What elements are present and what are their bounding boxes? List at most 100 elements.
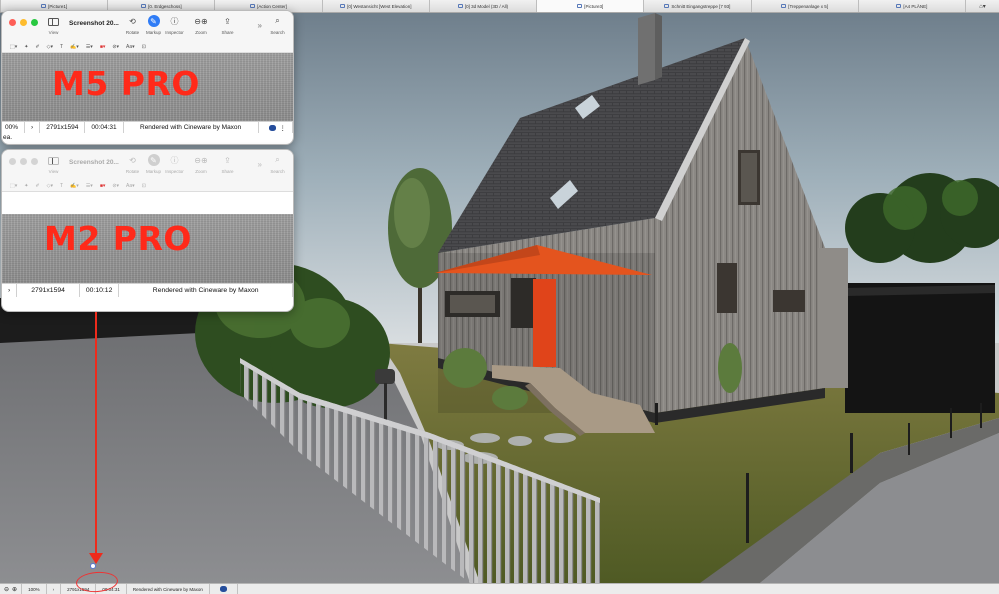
view-menu-button[interactable]: View <box>48 157 59 174</box>
fill-color-icon[interactable]: ⊘▾ <box>112 44 119 50</box>
cursor-handle <box>90 563 96 569</box>
text-tool-icon[interactable]: T <box>60 183 63 189</box>
share-icon: ⇪ <box>224 16 231 26</box>
render-info-bar: 00% › 2791x1594 00:04:31 Rendered with C… <box>2 121 293 133</box>
tab-a4-plaene[interactable]: [A4 PLÄNE] <box>857 0 965 12</box>
tab-treppenanlage[interactable]: [Treppenanlage x 5] <box>750 0 858 12</box>
instant-alpha-icon[interactable]: ✦ <box>24 44 28 50</box>
markup-button[interactable]: ✎ Markup <box>144 15 163 35</box>
status-zoom[interactable]: 100% <box>22 584 47 594</box>
inspector-button[interactable]: ⓘ Inspector <box>165 154 184 175</box>
rotate-icon: ⟲ <box>129 16 136 26</box>
search-area: » ⌕ Search <box>258 154 287 174</box>
3d-icon <box>457 4 463 8</box>
info-icon: ⓘ <box>170 155 179 165</box>
status-resolution: 2791x1594 <box>61 584 97 594</box>
shapes-icon[interactable]: ◇▾ <box>47 183 53 189</box>
zoom-in-icon[interactable]: ⊕ <box>12 586 17 593</box>
toolbar: ⟲ Rotate ✎ Markup ⓘ Inspector ⊖⊕ Zoom ⇪ Share <box>123 15 237 35</box>
tab-schnitt[interactable]: Schnitt Eingangstreppe [7 93] <box>643 0 750 12</box>
elevation-icon <box>340 4 346 8</box>
window-title: Screenshot 20... <box>69 159 119 166</box>
status-chevron-icon[interactable]: › <box>47 584 62 594</box>
shape-style-icon[interactable]: ☰▾ <box>86 44 93 50</box>
rotate-icon: ⟲ <box>129 155 136 165</box>
zoom-controls[interactable]: ⊖⊕ Zoom <box>186 154 216 175</box>
info-icon: ⓘ <box>170 16 179 26</box>
close-button[interactable] <box>9 19 16 26</box>
text-style-icon[interactable]: Aa▾ <box>126 183 135 189</box>
close-button[interactable] <box>9 158 16 165</box>
action-icon <box>250 4 256 8</box>
selection-tool-icon[interactable]: ⬚▾ <box>10 44 17 50</box>
zoom-out-icon[interactable]: ⊖ <box>4 586 9 593</box>
rotate-button[interactable]: ⟲ Rotate <box>123 15 142 36</box>
share-button[interactable]: ⇪ Share <box>218 15 237 36</box>
annotation-arrow-line <box>95 312 97 557</box>
render-time-value: 00:04:31 <box>85 122 124 133</box>
search-button[interactable]: ⌕ Search <box>268 15 287 35</box>
tab-overflow-icon[interactable]: ⌂▾ <box>964 0 999 12</box>
stair-icon <box>781 4 787 8</box>
search-button[interactable]: ⌕ Search <box>268 154 287 174</box>
section-icon <box>664 4 670 8</box>
selection-tool-icon[interactable]: ⬚▾ <box>10 183 17 189</box>
render-time-value: 00:10:12 <box>80 284 120 297</box>
search-icon: ⌕ <box>275 16 280 25</box>
sidebar-icon <box>48 157 59 165</box>
expand-chevron-icon[interactable]: › <box>25 122 41 133</box>
zoom-controls[interactable]: ⊖⊕ Zoom <box>186 15 216 36</box>
tab-3d-model[interactable]: [0] 3d Model (3D / All) <box>428 0 536 12</box>
share-button[interactable]: ⇪ Share <box>218 154 237 175</box>
render-credit: Rendered with Cineware by Maxon <box>124 122 259 133</box>
rotate-button[interactable]: ⟲ Rotate <box>123 154 142 175</box>
truncated-text: ea. <box>3 134 13 141</box>
window-controls <box>9 158 38 165</box>
sketch-icon[interactable]: ✐ <box>35 183 39 189</box>
sign-icon[interactable]: ✍▾ <box>70 44 79 50</box>
text-style-icon[interactable]: Aa▾ <box>126 44 135 50</box>
border-color-icon[interactable]: ■▾ <box>100 183 106 189</box>
markup-toolbar: ⬚▾ ✦ ✐ ◇▾ T ✍▾ ☰▾ ■▾ ⊘▾ Aa▾ ⊡ <box>2 42 293 53</box>
machine-label: M2 PRO <box>44 219 192 258</box>
shape-style-icon[interactable]: ☰▾ <box>86 183 93 189</box>
markup-button[interactable]: ✎ Markup <box>144 154 163 174</box>
more-chevron-icon[interactable]: » <box>258 21 262 30</box>
fill-color-icon[interactable]: ⊘▾ <box>112 183 119 189</box>
zoom-button[interactable] <box>31 158 38 165</box>
expand-chevron-icon[interactable]: › <box>2 284 18 297</box>
status-credit: Rendered with Cineware by Maxon <box>127 584 210 594</box>
share-icon: ⇪ <box>224 155 231 165</box>
description-icon[interactable]: ⊡ <box>142 183 146 189</box>
sketch-icon[interactable]: ✐ <box>35 44 39 50</box>
instant-alpha-icon[interactable]: ✦ <box>24 183 28 189</box>
shapes-icon[interactable]: ◇▾ <box>47 44 53 50</box>
window-title: Screenshot 20... <box>69 20 119 27</box>
zoom-button[interactable] <box>31 19 38 26</box>
view-menu-button[interactable]: View <box>48 18 59 35</box>
minimize-button[interactable] <box>20 19 27 26</box>
render-preview: M2 PRO <box>2 214 293 283</box>
render-credit: Rendered with Cineware by Maxon <box>119 284 293 297</box>
more-chevron-icon[interactable]: » <box>258 160 262 169</box>
inspector-button[interactable]: ⓘ Inspector <box>165 15 184 36</box>
markup-icon: ✎ <box>147 15 160 27</box>
description-icon[interactable]: ⊡ <box>142 44 146 50</box>
zoom-icon: ⊖⊕ <box>194 155 208 165</box>
camera-icon <box>577 4 583 8</box>
machine-label: M5 PRO <box>52 64 200 103</box>
tab-picture3[interactable]: [Picture3] <box>536 0 644 12</box>
sign-icon[interactable]: ✍▾ <box>70 183 79 189</box>
search-area: » ⌕ Search <box>258 15 287 35</box>
text-tool-icon[interactable]: T <box>60 44 63 50</box>
tab-west-elevation[interactable]: [0] Westansicht [West Elevation] <box>321 0 429 12</box>
preview-window-m5[interactable]: View Screenshot 20... ⟲ Rotate ✎ Markup ⓘ I… <box>1 10 294 145</box>
resolution-value: 2791x1594 <box>17 284 80 297</box>
window-titlebar: View Screenshot 20... ⟲ Rotate ✎ Markup ⓘ I… <box>2 11 293 42</box>
markup-toolbar: ⬚▾ ✦ ✐ ◇▾ T ✍▾ ☰▾ ■▾ ⊘▾ Aa▾ ⊡ <box>2 181 293 192</box>
border-color-icon[interactable]: ■▾ <box>100 44 106 50</box>
preview-window-m2[interactable]: View Screenshot 20... ⟲ Rotate ✎ Markup ⓘ I… <box>1 149 294 312</box>
render-preview: M5 PRO <box>2 53 293 121</box>
minimize-button[interactable] <box>20 158 27 165</box>
markup-icon: ✎ <box>147 154 160 166</box>
